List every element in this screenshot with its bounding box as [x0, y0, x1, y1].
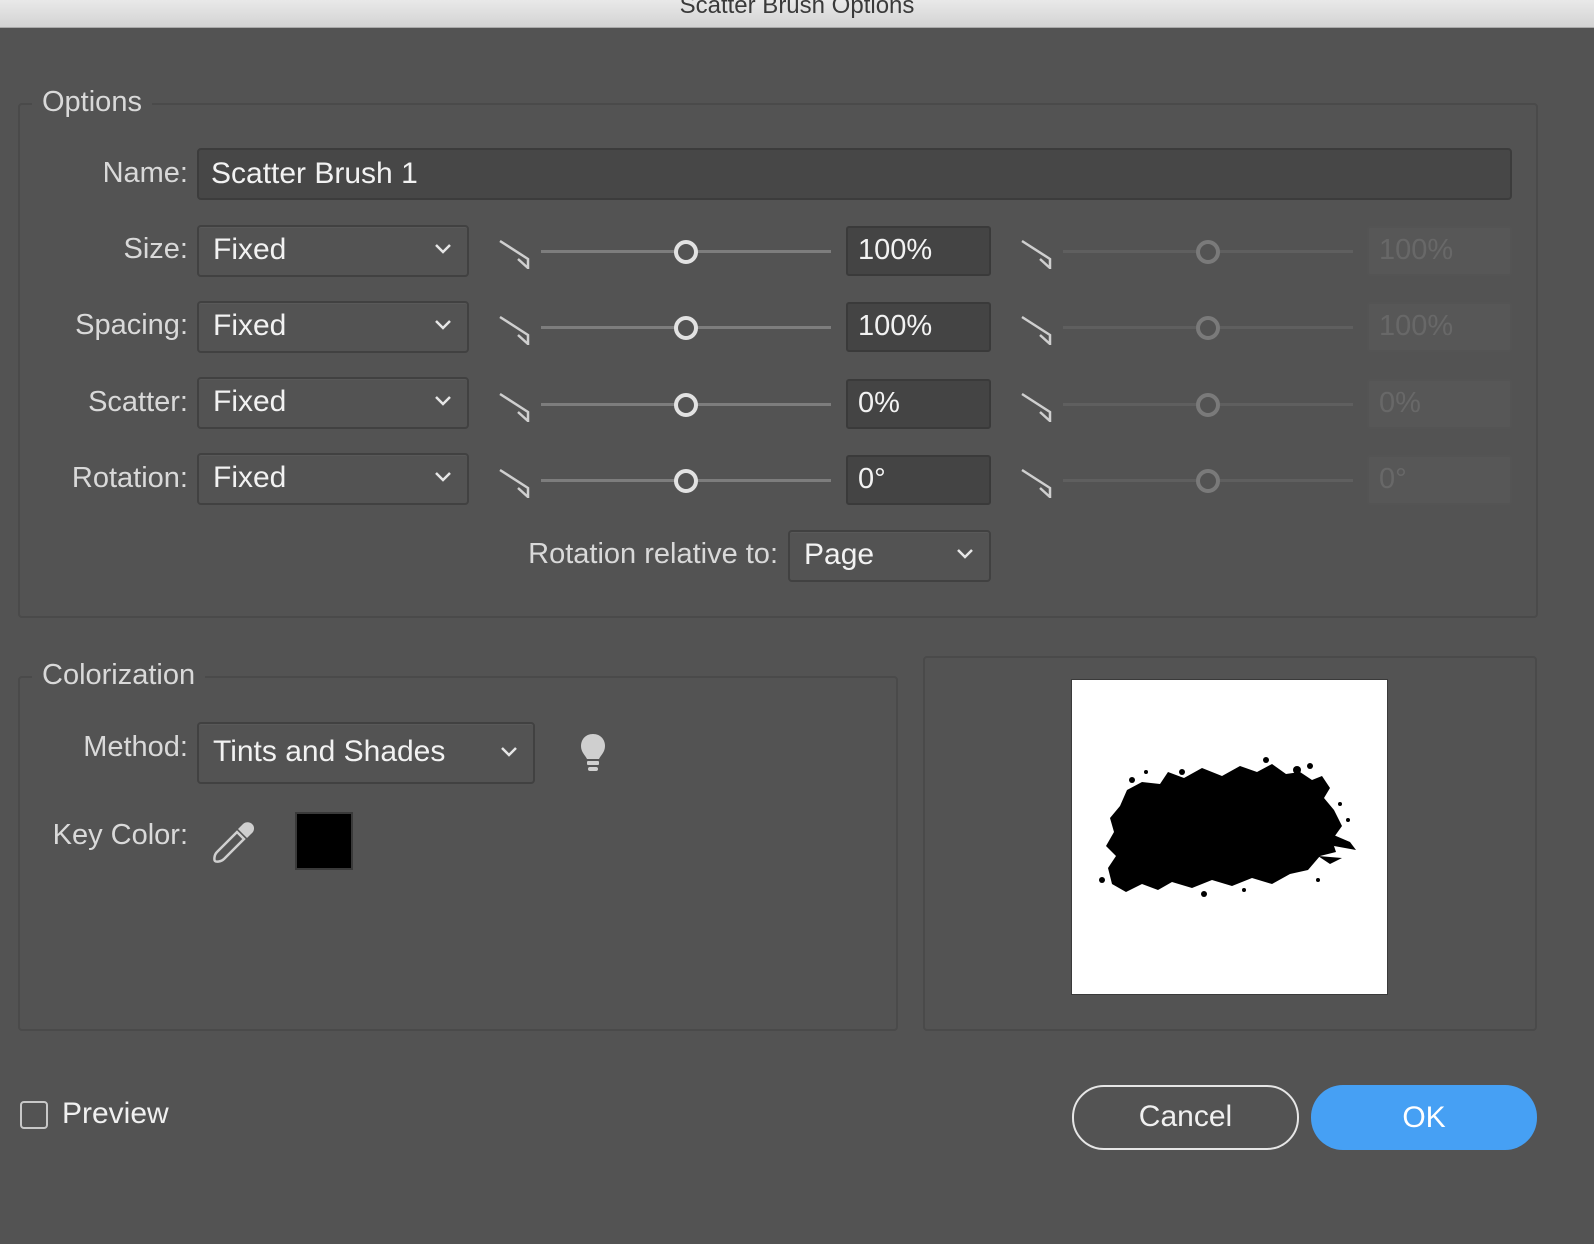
size-method-select[interactable]: Fixed — [197, 225, 469, 277]
rotation-max-value: 0° — [1379, 463, 1407, 495]
rotation-method-select[interactable]: Fixed — [197, 453, 469, 505]
size-method-value: Fixed — [213, 233, 287, 266]
slider-icon — [499, 315, 530, 345]
scatter-label: Scatter: — [88, 386, 188, 418]
scatter-max-input: 0% — [1367, 379, 1512, 429]
title-bar: Scatter Brush Options — [0, 0, 1594, 28]
options-legend: Options — [32, 86, 152, 119]
size-min-input[interactable]: 100% — [846, 226, 991, 276]
rotation-max-slider-knob — [1196, 469, 1220, 493]
scatter-min-value: 0% — [858, 387, 900, 419]
slider-icon — [499, 468, 530, 498]
scatter-brush-shape — [1099, 757, 1356, 897]
spacing-label: Spacing: — [75, 309, 188, 341]
slider-icon — [1021, 468, 1052, 498]
brush-preview-thumbnail — [1071, 679, 1388, 995]
rotation-relative-value: Page — [804, 538, 875, 571]
preview-checkbox[interactable] — [20, 1101, 48, 1129]
spacing-min-value: 100% — [858, 310, 933, 342]
tip-lightbulb-icon[interactable] — [578, 732, 608, 774]
size-label: Size: — [123, 233, 188, 265]
spacing-method-select[interactable]: Fixed — [197, 301, 469, 353]
slider-icon — [1021, 239, 1052, 269]
scatter-max-value: 0% — [1379, 387, 1421, 419]
eyedropper-icon[interactable] — [210, 818, 258, 866]
method-select[interactable]: Tints and Shades — [197, 722, 535, 784]
method-label: Method: — [83, 731, 188, 763]
spacing-min-input[interactable]: 100% — [846, 302, 991, 352]
spacing-method-value: Fixed — [213, 309, 287, 342]
preview-label[interactable]: Preview — [62, 1097, 169, 1131]
colorization-legend: Colorization — [32, 659, 206, 692]
slider-icon — [499, 239, 530, 269]
size-max-slider-knob — [1196, 240, 1220, 264]
spacing-min-slider-knob[interactable] — [674, 316, 698, 340]
spacing-max-value: 100% — [1379, 310, 1454, 342]
scatter-method-value: Fixed — [213, 385, 287, 418]
slider-icon — [499, 392, 530, 422]
name-field[interactable]: Scatter Brush 1 — [197, 148, 1512, 200]
chevron-down-icon — [501, 747, 517, 757]
size-min-value: 100% — [858, 234, 933, 266]
name-label: Name: — [102, 157, 188, 189]
rotation-max-input: 0° — [1367, 455, 1512, 505]
scatter-min-slider-knob[interactable] — [674, 393, 698, 417]
chevron-down-icon — [435, 396, 451, 406]
name-field-value: Scatter Brush 1 — [211, 157, 418, 190]
chevron-down-icon — [435, 472, 451, 482]
ok-button[interactable]: OK — [1311, 1085, 1537, 1150]
cancel-button[interactable]: Cancel — [1072, 1085, 1299, 1150]
ok-button-label: OK — [1402, 1101, 1446, 1134]
size-max-value: 100% — [1379, 234, 1454, 266]
rotation-min-slider-knob[interactable] — [674, 469, 698, 493]
scatter-min-input[interactable]: 0% — [846, 379, 991, 429]
method-value: Tints and Shades — [213, 735, 446, 768]
chevron-down-icon — [957, 549, 973, 559]
size-min-slider-knob[interactable] — [674, 240, 698, 264]
rotation-min-value: 0° — [858, 463, 886, 495]
rotation-relative-label: Rotation relative to: — [528, 538, 778, 570]
key-color-label: Key Color: — [52, 819, 188, 851]
spacing-max-input: 100% — [1367, 302, 1512, 352]
scatter-max-slider-knob — [1196, 393, 1220, 417]
rotation-min-input[interactable]: 0° — [846, 455, 991, 505]
slider-icon — [1021, 315, 1052, 345]
rotation-method-value: Fixed — [213, 461, 287, 494]
chevron-down-icon — [435, 320, 451, 330]
rotation-relative-select[interactable]: Page — [788, 530, 991, 582]
cancel-button-label: Cancel — [1138, 1100, 1233, 1133]
window-title: Scatter Brush Options — [679, 0, 915, 19]
key-color-swatch[interactable] — [295, 812, 353, 870]
chevron-down-icon — [435, 244, 451, 254]
scatter-method-select[interactable]: Fixed — [197, 377, 469, 429]
spacing-max-slider-knob — [1196, 316, 1220, 340]
size-max-input: 100% — [1367, 226, 1512, 276]
rotation-label: Rotation: — [71, 462, 188, 494]
slider-icon — [1021, 392, 1052, 422]
